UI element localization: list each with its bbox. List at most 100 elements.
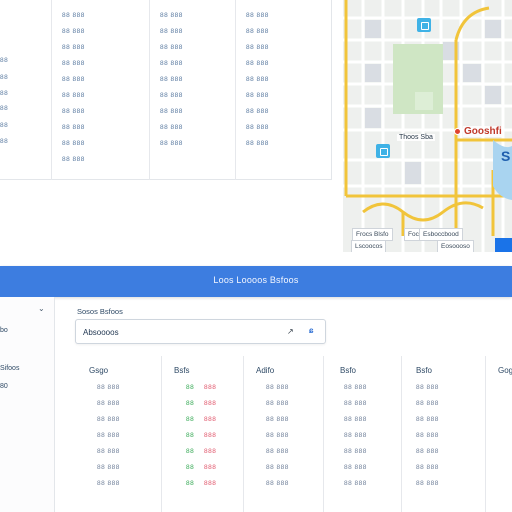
table-cell: 88 bbox=[186, 464, 195, 471]
table-cell: 88 888 bbox=[62, 76, 85, 83]
table-cell: 88 bbox=[186, 416, 195, 423]
table-cell: 88 888 bbox=[97, 400, 120, 407]
table-cell: 88 888 bbox=[160, 60, 183, 67]
table-cell: 88 bbox=[186, 400, 195, 407]
map-view[interactable]: Gooshfi S Thoos Sba Frocs Blsfo Foccobos… bbox=[343, 0, 512, 252]
map-marker-icon[interactable] bbox=[417, 18, 431, 32]
table-cell: 88 888 bbox=[160, 124, 183, 131]
table-cell: 88 888 bbox=[246, 124, 269, 131]
table-cell: 88 888 bbox=[62, 140, 85, 147]
table-cell: 88 888 bbox=[97, 464, 120, 471]
table-header[interactable]: Bsfo bbox=[416, 366, 432, 375]
search-input[interactable]: Absoooos ↗ ɕ bbox=[75, 319, 326, 344]
map-chip[interactable]: Eosoooso bbox=[437, 240, 474, 252]
map-place-label: Gooshfi bbox=[463, 126, 503, 137]
table-cell: 88 888 bbox=[344, 464, 367, 471]
top-table-panel: 88 88 88 88 88 88 88 888 88 888 88 888 8… bbox=[0, 0, 332, 180]
table-cell: 88 888 bbox=[160, 140, 183, 147]
map-control-button[interactable] bbox=[495, 238, 512, 252]
sidebar-item-label[interactable]: 80 bbox=[0, 383, 8, 390]
table-cell: 88 bbox=[0, 138, 9, 145]
table-cell: 88 888 bbox=[416, 464, 439, 471]
table-cell: 88 888 bbox=[160, 44, 183, 51]
table-cell: 88 bbox=[186, 432, 195, 439]
table-cell: 888 bbox=[204, 448, 217, 455]
table-column bbox=[402, 356, 486, 512]
table-cell: 88 888 bbox=[160, 12, 183, 19]
table-cell: 88 bbox=[0, 105, 9, 112]
header-bar: Loos Loooos Bsfoos bbox=[0, 266, 512, 297]
table-cell: 88 888 bbox=[97, 448, 120, 455]
table-cell: 88 888 bbox=[416, 400, 439, 407]
table-cell: 88 888 bbox=[344, 416, 367, 423]
table-cell: 888 bbox=[204, 416, 217, 423]
table-cell: 88 888 bbox=[416, 416, 439, 423]
top-table-column: 88 88 88 88 88 88 bbox=[0, 0, 52, 180]
table-cell: 88 888 bbox=[62, 124, 85, 131]
table-cell: 88 888 bbox=[266, 480, 289, 487]
table-cell: 88 888 bbox=[416, 448, 439, 455]
table-cell: 88 bbox=[0, 74, 9, 81]
refresh-icon[interactable]: ɕ bbox=[309, 326, 313, 335]
table-cell: 88 888 bbox=[62, 60, 85, 67]
table-cell: 888 bbox=[204, 384, 217, 391]
table-cell: 88 888 bbox=[62, 92, 85, 99]
table-cell: 88 888 bbox=[246, 12, 269, 19]
table-cell: 88 888 bbox=[416, 384, 439, 391]
top-table-column: 88 888 88 888 88 888 88 888 88 888 88 88… bbox=[236, 0, 332, 180]
table-header[interactable]: Gog bbox=[498, 366, 512, 375]
table-header[interactable]: Bsfo bbox=[340, 366, 356, 375]
table-cell: 88 888 bbox=[97, 384, 120, 391]
table-header[interactable]: Bsfs bbox=[174, 366, 190, 375]
table-cell: 88 888 bbox=[160, 108, 183, 115]
table-cell: 88 888 bbox=[266, 400, 289, 407]
table-cell: 88 888 bbox=[344, 480, 367, 487]
sidebar: ⌄ bo Sifoos 80 bbox=[0, 297, 55, 512]
table-cell: 88 bbox=[186, 448, 195, 455]
share-icon[interactable]: ↗ bbox=[287, 327, 294, 336]
table-cell: 88 888 bbox=[266, 464, 289, 471]
table-cell: 88 bbox=[186, 480, 195, 487]
table-cell: 888 bbox=[204, 432, 217, 439]
map-marker-icon[interactable] bbox=[376, 144, 390, 158]
search-value: Absoooos bbox=[83, 328, 119, 337]
table-cell: 888 bbox=[204, 480, 217, 487]
map-chip[interactable]: Lscoocos bbox=[351, 240, 387, 252]
table-cell: 88 888 bbox=[97, 416, 120, 423]
table-cell: 88 888 bbox=[62, 44, 85, 51]
table-cell: 88 888 bbox=[62, 156, 85, 163]
table-cell: 88 888 bbox=[266, 416, 289, 423]
table-cell: 88 888 bbox=[97, 480, 120, 487]
table-cell: 88 bbox=[0, 122, 9, 129]
map-corner-label: S bbox=[501, 148, 511, 164]
table-cell: 88 bbox=[0, 90, 9, 97]
table-cell: 88 888 bbox=[160, 76, 183, 83]
table-cell: 888 bbox=[204, 464, 217, 471]
top-table-column: 88 888 88 888 88 888 88 888 88 888 88 88… bbox=[150, 0, 236, 180]
table-cell: 88 888 bbox=[266, 448, 289, 455]
table-cell: 88 888 bbox=[416, 480, 439, 487]
table-cell: 888 bbox=[204, 400, 217, 407]
table-cell: 88 888 bbox=[246, 108, 269, 115]
table-cell: 88 888 bbox=[246, 60, 269, 67]
table-cell: 88 888 bbox=[344, 432, 367, 439]
chevron-down-icon[interactable]: ⌄ bbox=[38, 304, 45, 313]
table-cell: 88 bbox=[0, 57, 9, 64]
table-cell: 88 888 bbox=[416, 432, 439, 439]
table-header[interactable]: Adifo bbox=[256, 366, 274, 375]
header-title: Loos Loooos Bsfoos bbox=[213, 275, 299, 285]
table-cell: 88 bbox=[186, 384, 195, 391]
sidebar-item-label[interactable]: Sifoos bbox=[0, 365, 19, 372]
location-pin-icon[interactable] bbox=[454, 128, 461, 135]
table-cell: 88 888 bbox=[344, 448, 367, 455]
table-cell: 88 888 bbox=[246, 92, 269, 99]
map-street-label: Thoos Sba bbox=[397, 134, 435, 141]
table-cell: 88 888 bbox=[62, 108, 85, 115]
table-cell: 88 888 bbox=[97, 432, 120, 439]
sidebar-item-label[interactable]: bo bbox=[0, 327, 8, 334]
table-cell: 88 888 bbox=[160, 28, 183, 35]
table-cell: 88 888 bbox=[246, 44, 269, 51]
table-header[interactable]: Gsgo bbox=[89, 366, 108, 375]
table-cell: 88 888 bbox=[246, 140, 269, 147]
table-cell: 88 888 bbox=[62, 28, 85, 35]
